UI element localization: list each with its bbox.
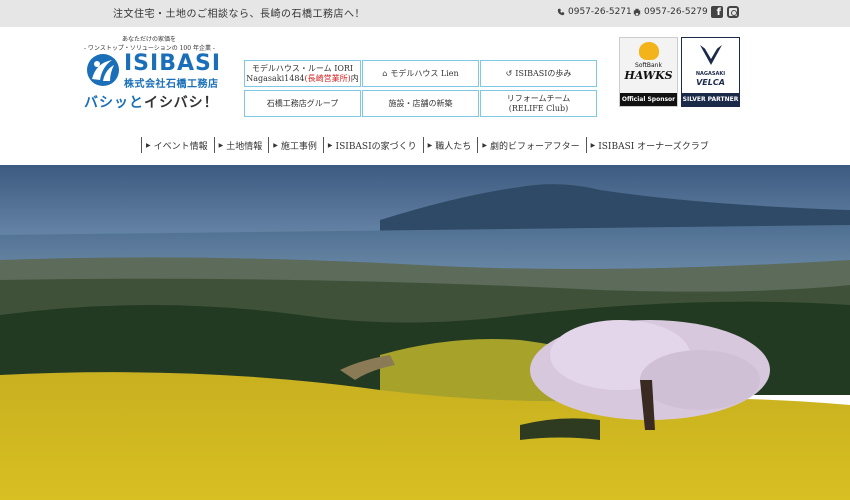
nav-item-events[interactable]: ▶ イベント情報 <box>141 137 214 153</box>
caret-right-icon: ▶ <box>273 141 278 149</box>
model-house-iori-line1: モデルハウス・ルーム IORI <box>251 63 354 73</box>
slogan-part-1: バシッと <box>84 95 144 111</box>
phone-icon <box>557 8 565 16</box>
nav-label: 施工事例 <box>280 141 317 152</box>
velca-wing-icon <box>700 45 722 65</box>
nav-label: ISIBASIの家づくり <box>335 141 417 152</box>
phone-number[interactable]: 0957-26-5271 <box>557 7 632 17</box>
nav-label: 職人たち <box>435 141 472 152</box>
softbank-hawks-sponsor-badge[interactable]: SoftBank HAWKS Official Sponsor <box>619 37 678 107</box>
hawks-line1: SoftBank <box>635 62 662 69</box>
velca-line2: VELCA <box>696 78 725 87</box>
nav-label: イベント情報 <box>153 141 208 152</box>
model-house-iori-line2: Nagasaki1484 <box>246 73 305 83</box>
caret-right-icon: ▶ <box>590 141 596 149</box>
instagram-icon[interactable] <box>727 6 739 18</box>
slogan-part-3: ！ <box>203 95 219 111</box>
site-logo[interactable]: あなただけの家価を - ワンストップ・ソリューションの 100 年企業 - IS… <box>84 34 234 114</box>
group-companies-button[interactable]: 石橋工務店グループ <box>244 90 361 117</box>
home-icon: ⌂ <box>382 68 388 78</box>
hawks-footer: Official Sponsor <box>620 93 677 106</box>
nav-item-craftsmen[interactable]: ▶ 職人たち <box>422 137 478 153</box>
logo-company-name: 株式会社石橋工務店 <box>124 79 219 90</box>
reform-team-label: リフォームチーム (RELIFE Club) <box>507 94 571 113</box>
nav-label: ISIBASI オーナーズクラブ <box>598 141 709 152</box>
reform-team-line2: (RELIFE Club) <box>508 103 569 113</box>
nagasaki-velca-partner-badge[interactable]: NAGASAKI VELCA SILVER PARTNER <box>681 37 740 107</box>
nav-item-land[interactable]: ▶ 土地情報 <box>213 137 269 153</box>
reform-team-button[interactable]: リフォームチーム (RELIFE Club) <box>480 90 597 117</box>
hawks-mascot-icon <box>639 42 659 60</box>
nav-item-works[interactable]: ▶ 施工事例 <box>268 137 323 153</box>
phone-number-text: 0957-26-5271 <box>568 7 632 17</box>
logo-mark-icon <box>87 54 119 86</box>
logo-slogan: バシッとイシバシ！ <box>84 92 219 112</box>
fax-icon <box>633 8 641 16</box>
main-nav: ▶ イベント情報 ▶ 土地情報 ▶ 施工事例 ▶ ISIBASIの家づくり ▶ 職人たち … <box>141 136 715 154</box>
history-icon: ↺ <box>505 68 513 78</box>
caret-right-icon: ▶ <box>482 141 487 149</box>
model-house-iori-label: モデルハウス・ルーム IORI Nagasaki1484(長崎営業所)内 <box>246 64 359 83</box>
tagline: 注文住宅・土地のご相談なら、長崎の石橋工務店へ！ <box>113 9 365 20</box>
logo-brand: ISIBASI <box>124 51 222 76</box>
caret-right-icon: ▶ <box>146 141 151 149</box>
velca-line1: NAGASAKI <box>695 71 726 77</box>
velca-footer: SILVER PARTNER <box>682 93 739 106</box>
model-house-lien-button[interactable]: ⌂ モデルハウス Lien <box>362 60 479 87</box>
caret-right-icon: ▶ <box>427 141 433 149</box>
model-house-iori-office: (長崎営業所) <box>304 73 351 83</box>
nav-label: 劇的ビフォーアフター <box>489 141 580 152</box>
history-label: ISIBASIの歩み <box>515 68 572 78</box>
fax-number-text: 0957-26-5279 <box>644 7 708 17</box>
facebook-icon[interactable]: f <box>711 6 723 18</box>
hero-image <box>0 165 850 500</box>
group-companies-label: 石橋工務店グループ <box>266 98 339 108</box>
nav-item-before-after[interactable]: ▶ 劇的ビフォーアフター <box>477 137 585 153</box>
commercial-build-label: 施設・店舗の新築 <box>388 98 453 108</box>
model-house-lien-label: モデルハウス Lien <box>390 68 459 78</box>
top-bar: 注文住宅・土地のご相談なら、長崎の石橋工務店へ！ 0957-26-5271 09… <box>0 0 850 27</box>
logo-caption-1: あなただけの家価を <box>122 36 177 43</box>
nav-item-homebuilding[interactable]: ▶ ISIBASIの家づくり <box>322 137 423 153</box>
nav-label: 土地情報 <box>226 141 263 152</box>
commercial-build-button[interactable]: 施設・店舗の新築 <box>362 90 479 117</box>
model-house-iori-button[interactable]: モデルハウス・ルーム IORI Nagasaki1484(長崎営業所)内 <box>244 60 361 87</box>
nav-item-owners-club[interactable]: ▶ ISIBASI オーナーズクラブ <box>585 137 715 153</box>
history-button[interactable]: ↺ ISIBASIの歩み <box>480 60 597 87</box>
caret-right-icon: ▶ <box>218 141 224 149</box>
hawks-line2: HAWKS <box>624 69 673 82</box>
model-house-iori-suffix: 内 <box>350 73 359 83</box>
fax-number: 0957-26-5279 <box>633 7 708 17</box>
caret-right-icon: ▶ <box>327 141 333 149</box>
slogan-part-2: イシバシ <box>144 95 204 111</box>
reform-team-line1: リフォームチーム <box>506 93 571 103</box>
